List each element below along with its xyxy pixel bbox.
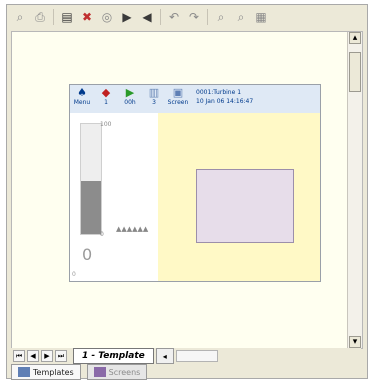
menu-icon: ♠ [77, 86, 87, 99]
level-gauge-section: 100 0 ▲▲▲▲▲▲ 0 0 [70, 113, 159, 281]
scroll-down-icon[interactable]: ▾ [349, 336, 361, 348]
templates-tab-label: Templates [33, 367, 74, 377]
vertical-scrollbar[interactable]: ▴ ▾ [347, 32, 362, 348]
zoom-in-icon[interactable]: ⌕ [214, 10, 228, 24]
display-area [158, 113, 320, 281]
scroll-thumb[interactable] [349, 52, 361, 92]
scroll-up-icon[interactable]: ▴ [349, 32, 361, 44]
mini-value: 0 [72, 271, 76, 278]
toolbar-separator [160, 9, 161, 25]
screens-icon [93, 367, 106, 377]
screen-button[interactable]: ▣ Screen [166, 85, 190, 113]
layers-icon[interactable]: ◎ [100, 10, 114, 24]
events-label: 3 [152, 99, 156, 106]
last-tab-icon[interactable]: ⏭ [55, 350, 67, 362]
next-tab-icon[interactable]: ▶ [41, 350, 53, 362]
editor-window: ⌕ ⎙ ▤ ✖ ◎ ▶ ◀ ↶ ↷ ⌕ ⌕ ▦ ♠ Menu ◆ 1 ▶ 00h… [6, 4, 368, 380]
alarms-button[interactable]: ◆ 1 [94, 85, 118, 113]
templates-tab[interactable]: Templates [11, 364, 81, 380]
delete-icon[interactable]: ✖ [80, 10, 94, 24]
alarms-label: 1 [104, 99, 108, 106]
bell-icon: ◆ [101, 86, 111, 99]
bottom-tabs: Templates Screens [11, 364, 361, 380]
panel-header: ♠ Menu ◆ 1 ▶ 00h ▥ 3 ▣ Screen 0001:Turbi… [70, 85, 320, 113]
play-icon: ▶ [125, 86, 135, 99]
menu-label: Menu [73, 99, 91, 106]
new-template-icon[interactable]: ▤ [60, 10, 74, 24]
prev-tab-icon[interactable]: ◀ [27, 350, 39, 362]
horizontal-scrollbar[interactable] [175, 350, 218, 362]
placeholder-rectangle[interactable] [196, 169, 294, 243]
grid-icon[interactable]: ▦ [254, 10, 268, 24]
level-value: 0 [82, 245, 93, 264]
design-canvas[interactable]: ♠ Menu ◆ 1 ▶ 00h ▥ 3 ▣ Screen 0001:Turbi… [11, 31, 363, 349]
level-bar [80, 123, 102, 235]
tab-strip: ⏮ ◀ ▶ ⏭ 1 - Template ◂ [11, 348, 361, 364]
screen-label: Screen [167, 99, 189, 106]
screens-tab-label: Screens [108, 367, 141, 377]
device-datetime: 10 Jan 06 14:16:47 [196, 98, 254, 105]
undo-icon[interactable]: ↶ [167, 10, 181, 24]
redo-icon[interactable]: ↷ [187, 10, 201, 24]
list-icon: ▥ [148, 86, 160, 99]
send-forward-icon[interactable]: ▶ [120, 10, 134, 24]
open-icon[interactable]: ⌕ [13, 10, 27, 24]
send-back-icon[interactable]: ◀ [140, 10, 154, 24]
templates-icon [18, 367, 30, 377]
print-icon[interactable]: ⎙ [33, 10, 47, 24]
add-tab-icon[interactable]: ◂ [155, 348, 174, 364]
level-bar-fill [81, 181, 101, 234]
menu-button[interactable]: ♠ Menu [70, 85, 94, 113]
device-info: 0001:Turbine 1 10 Jan 06 14:16:47 [196, 88, 253, 106]
run-label: 00h [124, 99, 136, 106]
template-panel[interactable]: ♠ Menu ◆ 1 ▶ 00h ▥ 3 ▣ Screen 0001:Turbi… [69, 84, 321, 282]
scale-min: 0 [100, 231, 104, 238]
screens-tab[interactable]: Screens [86, 364, 148, 380]
scale-max: 100 [100, 121, 112, 128]
template-tab[interactable]: 1 - Template [73, 348, 154, 364]
toolbar-separator [53, 9, 54, 25]
run-button[interactable]: ▶ 00h [118, 85, 142, 113]
toolbar: ⌕ ⎙ ▤ ✖ ◎ ▶ ◀ ↶ ↷ ⌕ ⌕ ▦ [7, 5, 373, 29]
first-tab-icon[interactable]: ⏮ [13, 350, 25, 362]
events-button[interactable]: ▥ 3 [142, 85, 166, 113]
toolbar-separator [207, 9, 208, 25]
zoom-out-icon[interactable]: ⌕ [234, 10, 248, 24]
device-name: 0001:Turbine 1 [196, 89, 242, 96]
alarm-triangles: ▲▲▲▲▲▲ [116, 225, 149, 233]
screen-icon: ▣ [172, 86, 184, 99]
